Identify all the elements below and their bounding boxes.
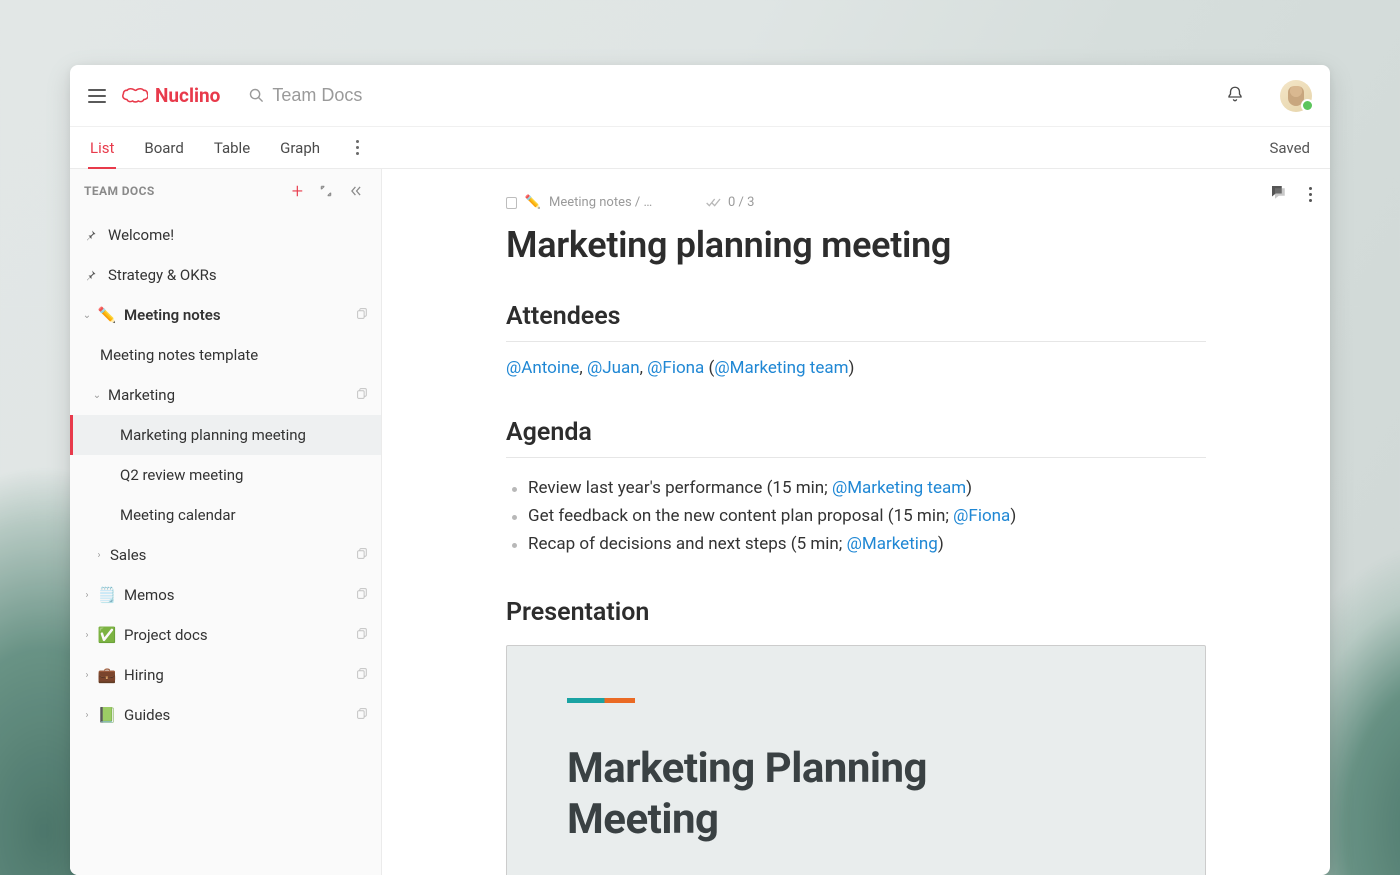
bell-icon	[1226, 84, 1244, 104]
sidebar-item-hiring[interactable]: › 💼 Hiring	[70, 655, 381, 695]
check-icon: ✅	[98, 626, 116, 644]
tabs-more-button[interactable]	[350, 140, 364, 155]
topbar: Nuclino	[70, 65, 1330, 127]
mention[interactable]: @Marketing	[847, 534, 938, 554]
mention[interactable]: @Fiona	[647, 358, 704, 378]
sidebar-header: TEAM DOCS +	[70, 169, 381, 213]
agenda-list: Review last year's performance (15 min; …	[506, 474, 1206, 558]
section-heading: Agenda	[506, 418, 1206, 458]
sidebar-item-sales[interactable]: › Sales	[70, 535, 381, 575]
sidebar-item-meeting-notes-template[interactable]: Meeting notes template	[70, 335, 381, 375]
accent-bar	[567, 698, 635, 703]
save-status: Saved	[1269, 139, 1310, 157]
sidebar-item-project-docs[interactable]: › ✅ Project docs	[70, 615, 381, 655]
tab-board[interactable]: Board	[144, 128, 183, 168]
copy-icon	[356, 666, 369, 684]
pin-icon	[82, 228, 100, 242]
chevron-down-icon: ⌄	[82, 310, 92, 321]
mention[interactable]: @Marketing team	[714, 358, 848, 378]
sidebar-item-welcome[interactable]: Welcome!	[70, 215, 381, 255]
copy-icon	[356, 626, 369, 644]
sidebar-item-strategy[interactable]: Strategy & OKRs	[70, 255, 381, 295]
pin-icon	[82, 268, 100, 282]
copy-icon	[356, 706, 369, 724]
collapse-sidebar-button[interactable]	[345, 180, 367, 202]
pencil-icon: ✏️	[98, 306, 116, 324]
list-item[interactable]: Recap of decisions and next steps (5 min…	[506, 530, 1206, 558]
mention[interactable]: @Juan	[587, 358, 640, 378]
breadcrumb-path[interactable]: ✏️ Meeting notes / Ma…	[506, 195, 656, 210]
sidebar-item-meeting-calendar[interactable]: Meeting calendar	[70, 495, 381, 535]
comment-icon	[1269, 183, 1287, 201]
chevrons-left-icon	[349, 184, 363, 198]
mention[interactable]: @Antoine	[506, 358, 579, 378]
tab-graph[interactable]: Graph	[280, 128, 320, 168]
menu-toggle-button[interactable]	[88, 89, 106, 103]
page-title[interactable]: Marketing planning meeting	[506, 224, 1206, 266]
chevron-right-icon: ›	[94, 550, 104, 561]
chevron-right-icon: ›	[82, 590, 92, 601]
section-presentation: Presentation Marketing PlanningMeeting	[506, 598, 1206, 875]
copy-icon	[356, 306, 369, 324]
document-more-button[interactable]	[1309, 187, 1312, 202]
section-agenda: Agenda Review last year's performance (1…	[506, 418, 1206, 558]
section-heading: Presentation	[506, 598, 1206, 637]
user-avatar[interactable]	[1280, 80, 1312, 112]
brand-name: Nuclino	[155, 84, 220, 107]
tab-list[interactable]: List	[90, 128, 114, 168]
notifications-button[interactable]	[1226, 84, 1244, 108]
chevron-down-icon: ⌄	[92, 390, 102, 401]
nav-tree: Welcome! Strategy & OKRs ⌄ ✏️ Meeting no…	[70, 213, 381, 747]
checkmarks-icon	[706, 197, 722, 209]
memo-icon: 🗒️	[98, 586, 116, 604]
section-attendees: Attendees @Antoine, @Juan, @Fiona (@Mark…	[506, 302, 1206, 378]
attendees-line[interactable]: @Antoine, @Juan, @Fiona (@Marketing team…	[506, 358, 1206, 378]
sidebar-item-q2-review[interactable]: Q2 review meeting	[70, 455, 381, 495]
section-heading: Attendees	[506, 302, 1206, 342]
sidebar-item-marketing[interactable]: ⌄ Marketing	[70, 375, 381, 415]
sidebar-item-marketing-planning-meeting[interactable]: Marketing planning meeting	[70, 415, 381, 455]
copy-icon	[356, 586, 369, 604]
mention[interactable]: @Marketing team	[832, 478, 966, 498]
expand-icon	[319, 184, 333, 198]
pencil-icon: ✏️	[525, 195, 541, 210]
copy-icon	[356, 386, 369, 404]
presentation-embed[interactable]: Marketing PlanningMeeting	[506, 645, 1206, 875]
brand-logo[interactable]: Nuclino	[120, 84, 220, 107]
app-window: Nuclino List Board Table Graph Saved TEA…	[70, 65, 1330, 875]
sidebar-item-memos[interactable]: › 🗒️ Memos	[70, 575, 381, 615]
list-item[interactable]: Get feedback on the new content plan pro…	[506, 502, 1206, 530]
task-progress[interactable]: 0 / 3	[706, 195, 754, 210]
chevron-right-icon: ›	[82, 670, 92, 681]
briefcase-icon: 💼	[98, 666, 116, 684]
sidebar-item-meeting-notes[interactable]: ⌄ ✏️ Meeting notes	[70, 295, 381, 335]
book-icon: 📗	[98, 706, 116, 724]
search[interactable]	[248, 85, 472, 106]
add-item-button[interactable]: +	[288, 177, 307, 205]
search-icon	[248, 87, 265, 104]
sidebar-item-guides[interactable]: › 📗 Guides	[70, 695, 381, 735]
sidebar-title: TEAM DOCS	[84, 184, 155, 198]
list-item[interactable]: Review last year's performance (15 min; …	[506, 474, 1206, 502]
embed-title: Marketing PlanningMeeting	[567, 743, 1145, 845]
brain-icon	[120, 85, 148, 107]
document-pane: ✏️ Meeting notes / Ma… 0 / 3 Marketing p…	[382, 169, 1330, 875]
checkbox-icon	[506, 197, 517, 209]
view-tabs: List Board Table Graph Saved	[70, 127, 1330, 169]
tab-table[interactable]: Table	[214, 128, 250, 168]
mention[interactable]: @Fiona	[953, 506, 1010, 526]
chevron-right-icon: ›	[82, 710, 92, 721]
expand-sidebar-button[interactable]	[315, 180, 337, 202]
breadcrumb: ✏️ Meeting notes / Ma… 0 / 3	[506, 195, 1206, 210]
chevron-right-icon: ›	[82, 630, 92, 641]
sidebar: TEAM DOCS + Welcome!	[70, 169, 382, 875]
search-input[interactable]	[272, 85, 472, 106]
comments-button[interactable]	[1269, 183, 1287, 205]
copy-icon	[356, 546, 369, 564]
